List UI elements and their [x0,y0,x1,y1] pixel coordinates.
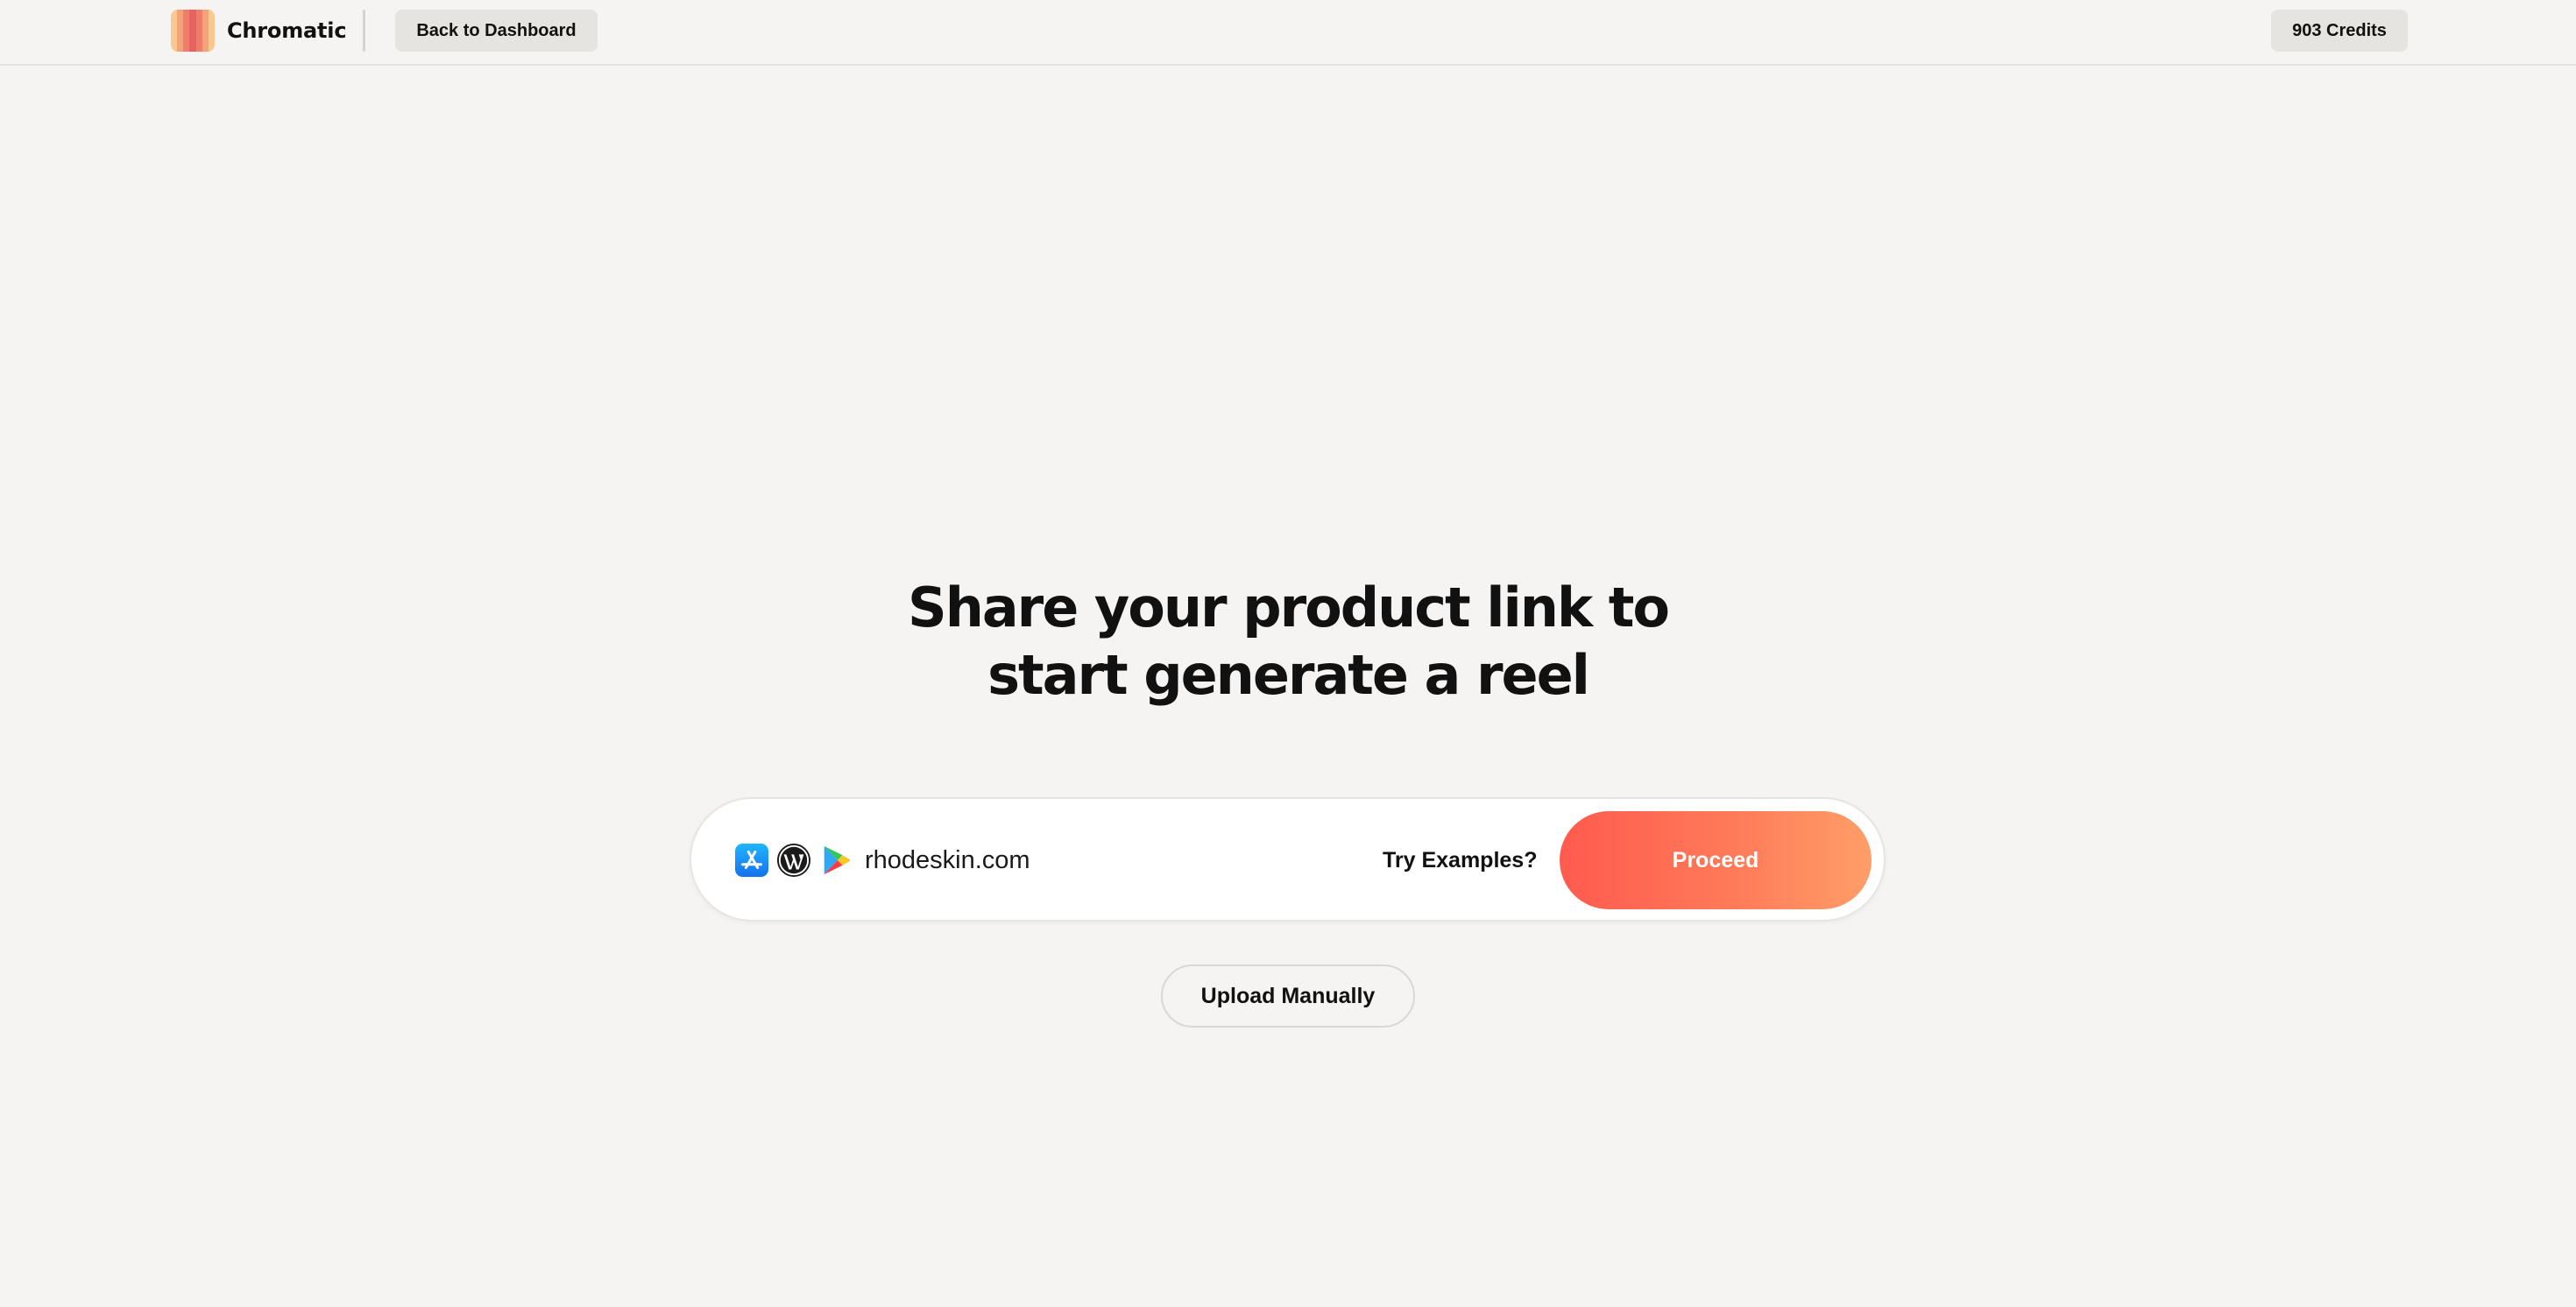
page-headline: Share your product link to start generat… [0,574,2576,709]
logo-stripe [177,10,184,52]
logo-stripe [183,10,190,52]
brand-logo[interactable]: Chromatic [171,10,347,52]
headline-line-2: start generate a reel [987,643,1590,707]
logo-stripe [208,10,215,52]
back-to-dashboard-button[interactable]: Back to Dashboard [395,10,598,52]
source-icons [735,843,853,878]
upload-manually-button[interactable]: Upload Manually [1161,964,1415,1028]
logo-stripe [171,10,178,52]
logo-stripe [189,10,196,52]
brand-name: Chromatic [227,18,347,43]
header-divider [363,10,365,52]
credits-badge[interactable]: 903 Credits [2271,10,2408,52]
logo-stripe [202,10,209,52]
chromatic-logo-icon [171,10,215,52]
product-link-bar: Try Examples? Proceed [690,797,1886,922]
proceed-button[interactable]: Proceed [1560,811,1872,909]
google-play-icon [824,845,851,875]
headline-line-1: Share your product link to [908,576,1670,639]
product-link-input[interactable] [865,837,1320,884]
try-examples-link[interactable]: Try Examples? [1383,844,1537,876]
app-store-icon [735,844,768,877]
wordpress-icon [777,844,810,877]
top-bar: Chromatic Back to Dashboard 903 Credits [0,0,2576,66]
logo-stripe [195,10,202,52]
